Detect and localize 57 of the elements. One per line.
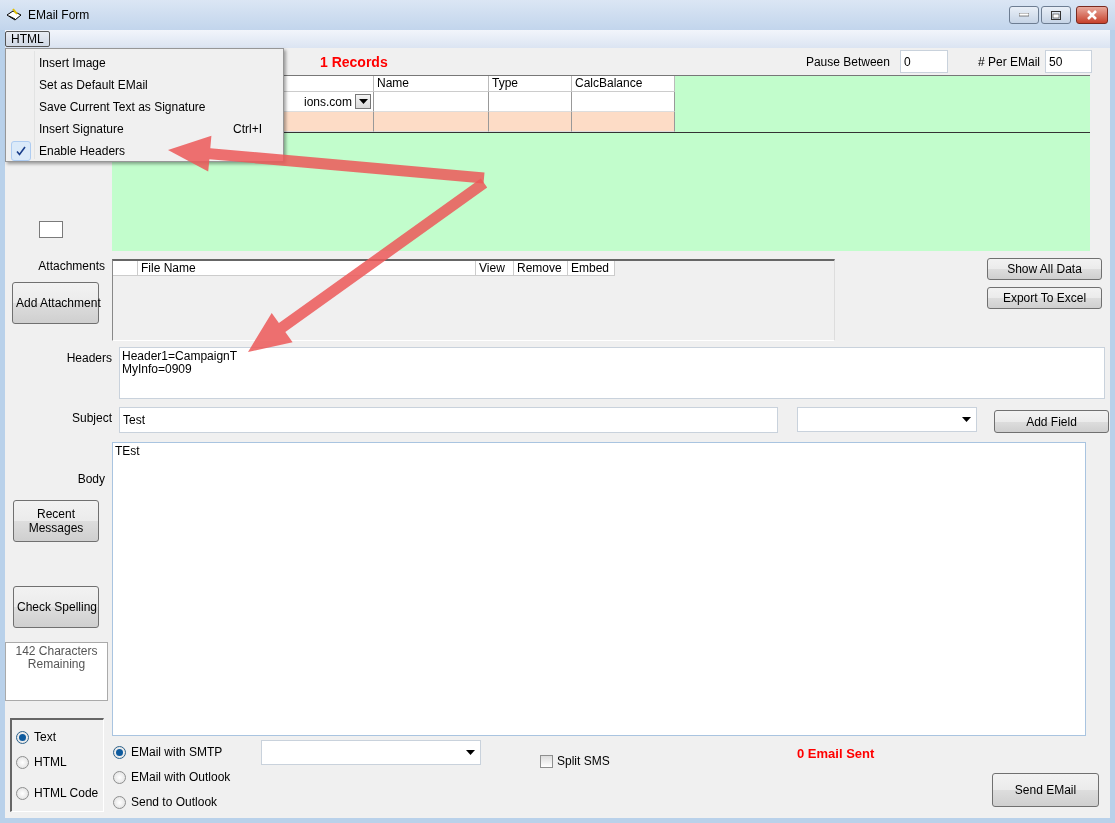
field-label: Body (76, 472, 106, 486)
radio-button[interactable]: EMail with SMTP (113, 744, 223, 760)
column-header[interactable]: Remove (514, 261, 568, 276)
add-attachment-button[interactable]: Add Attachment (12, 282, 99, 324)
app-icon (6, 8, 22, 22)
maximize-button[interactable] (1041, 6, 1071, 24)
close-button[interactable] (1076, 6, 1108, 24)
check-spelling-button[interactable]: Check Spelling (13, 586, 99, 628)
column-header[interactable]: View (476, 261, 514, 276)
menu-item[interactable]: Insert Image (6, 52, 283, 74)
cell-text: ions.com (303, 94, 352, 109)
column-header[interactable]: File Name (138, 261, 476, 276)
radio-button[interactable]: Send to Outlook (113, 794, 218, 810)
pause-field[interactable]: 0 (899, 50, 948, 73)
send-button[interactable]: Send EMail (992, 773, 1099, 807)
restore-icon (1051, 10, 1061, 20)
small-input-field[interactable] (39, 221, 63, 238)
grid-corner (113, 261, 138, 276)
menu-item[interactable]: Insert Signature Ctrl+I (6, 118, 283, 140)
column-header[interactable]: Embed (568, 261, 615, 276)
checkmark-icon (16, 146, 26, 156)
dropdown-button[interactable] (355, 94, 371, 109)
minimize-button[interactable] (1009, 6, 1039, 24)
body-field[interactable]: TEst (112, 442, 1086, 736)
add-field-button[interactable]: Add Field (994, 410, 1109, 433)
characters-remaining: 142 Characters Remaining (5, 642, 108, 701)
show-all-data-button[interactable]: Show All Data (987, 258, 1102, 280)
field-label: Attachments (37, 259, 106, 273)
menu-item[interactable]: HTML (5, 31, 50, 47)
caret-icon (466, 750, 475, 755)
menu-item[interactable]: Enable Headers (6, 140, 283, 162)
field-label: # Per EMail (977, 54, 1040, 69)
per-email-field[interactable]: 50 (1045, 50, 1092, 73)
sent-status: 0 Email Sent (797, 746, 875, 761)
column-header[interactable]: CalcBalance (572, 76, 675, 92)
radio-button[interactable]: Text (16, 729, 56, 745)
column-header[interactable]: Name (374, 76, 489, 92)
field-label: Pause Between (805, 54, 890, 69)
minimize-icon (1019, 13, 1029, 17)
radio-button[interactable]: EMail with Outlook (113, 769, 231, 785)
column-header[interactable]: Type (489, 76, 572, 92)
close-icon (1086, 10, 1098, 20)
field-label: Subject (70, 410, 113, 427)
menu-item[interactable]: Save Current Text as Signature (6, 96, 283, 118)
checkbox[interactable]: Split SMS (540, 754, 610, 768)
records-count: 1 Records (320, 53, 388, 70)
recent-messages-button[interactable]: Recent Messages (13, 500, 99, 542)
caret-icon (962, 417, 971, 422)
menu-item[interactable]: Set as Default EMail (6, 74, 283, 96)
radio-button[interactable]: HTML (16, 754, 67, 770)
headers-field[interactable]: Header1=CampaignT MyInfo=0909 (119, 347, 1105, 399)
radio-button[interactable]: HTML Code (16, 785, 99, 801)
caret-icon (358, 99, 368, 104)
subject-field[interactable]: Test (119, 407, 778, 433)
field-label: Headers (65, 350, 113, 367)
export-button[interactable]: Export To Excel (987, 287, 1102, 309)
window-title: EMail Form (28, 8, 90, 22)
